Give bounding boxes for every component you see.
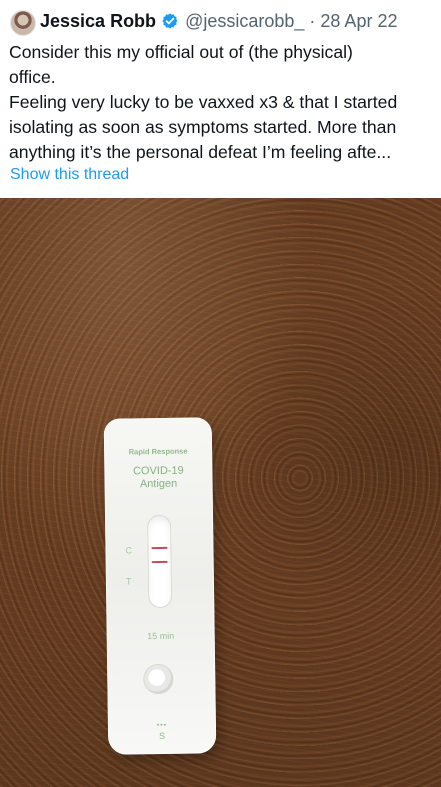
test-brand-text: Rapid Response xyxy=(128,446,188,457)
tweet-date[interactable]: 28 Apr 22 xyxy=(320,11,397,32)
tweet-image[interactable]: Rapid Response COVID-19 Antigen C T 15 m… xyxy=(0,198,441,787)
tweet-text-line: Consider this my official out of (the ph… xyxy=(9,42,353,62)
tweet-text-line: Feeling very lucky to be vaxxed x3 & tha… xyxy=(9,92,398,112)
test-result-window xyxy=(147,514,173,609)
sample-label: S xyxy=(159,730,166,742)
tweet-text-line: anything it’s the personal defeat I’m fe… xyxy=(9,142,392,162)
header-separator: · xyxy=(309,10,316,31)
author-handle[interactable]: @jessicarobb_ xyxy=(185,11,304,32)
sample-dots: ••• xyxy=(156,721,168,730)
test-line xyxy=(151,560,168,564)
test-label: T xyxy=(125,576,132,587)
control-line xyxy=(151,546,168,550)
sample-well xyxy=(143,663,174,695)
tweet-card: Jessica Robb @jessicarobb_ · 28 Apr 22 C… xyxy=(0,0,441,198)
tweet-text: Consider this my official out of (the ph… xyxy=(9,40,433,165)
test-time-label: 15 min xyxy=(147,630,175,642)
test-title-line-2: Antigen xyxy=(139,477,178,491)
author-name[interactable]: Jessica Robb xyxy=(40,11,156,32)
covid-test-device: Rapid Response COVID-19 Antigen C T 15 m… xyxy=(103,417,217,755)
avatar[interactable] xyxy=(10,10,36,36)
tweet-text-line: office. xyxy=(9,67,56,87)
control-label: C xyxy=(125,545,133,556)
show-thread-link[interactable]: Show this thread xyxy=(10,166,129,184)
verified-badge-icon xyxy=(162,13,178,29)
test-title-line-1: COVID-19 xyxy=(132,464,184,478)
tweet-header: Jessica Robb @jessicarobb_ · 28 Apr 22 xyxy=(40,9,397,33)
tweet-text-line: isolating as soon as symptoms started. M… xyxy=(9,117,397,137)
